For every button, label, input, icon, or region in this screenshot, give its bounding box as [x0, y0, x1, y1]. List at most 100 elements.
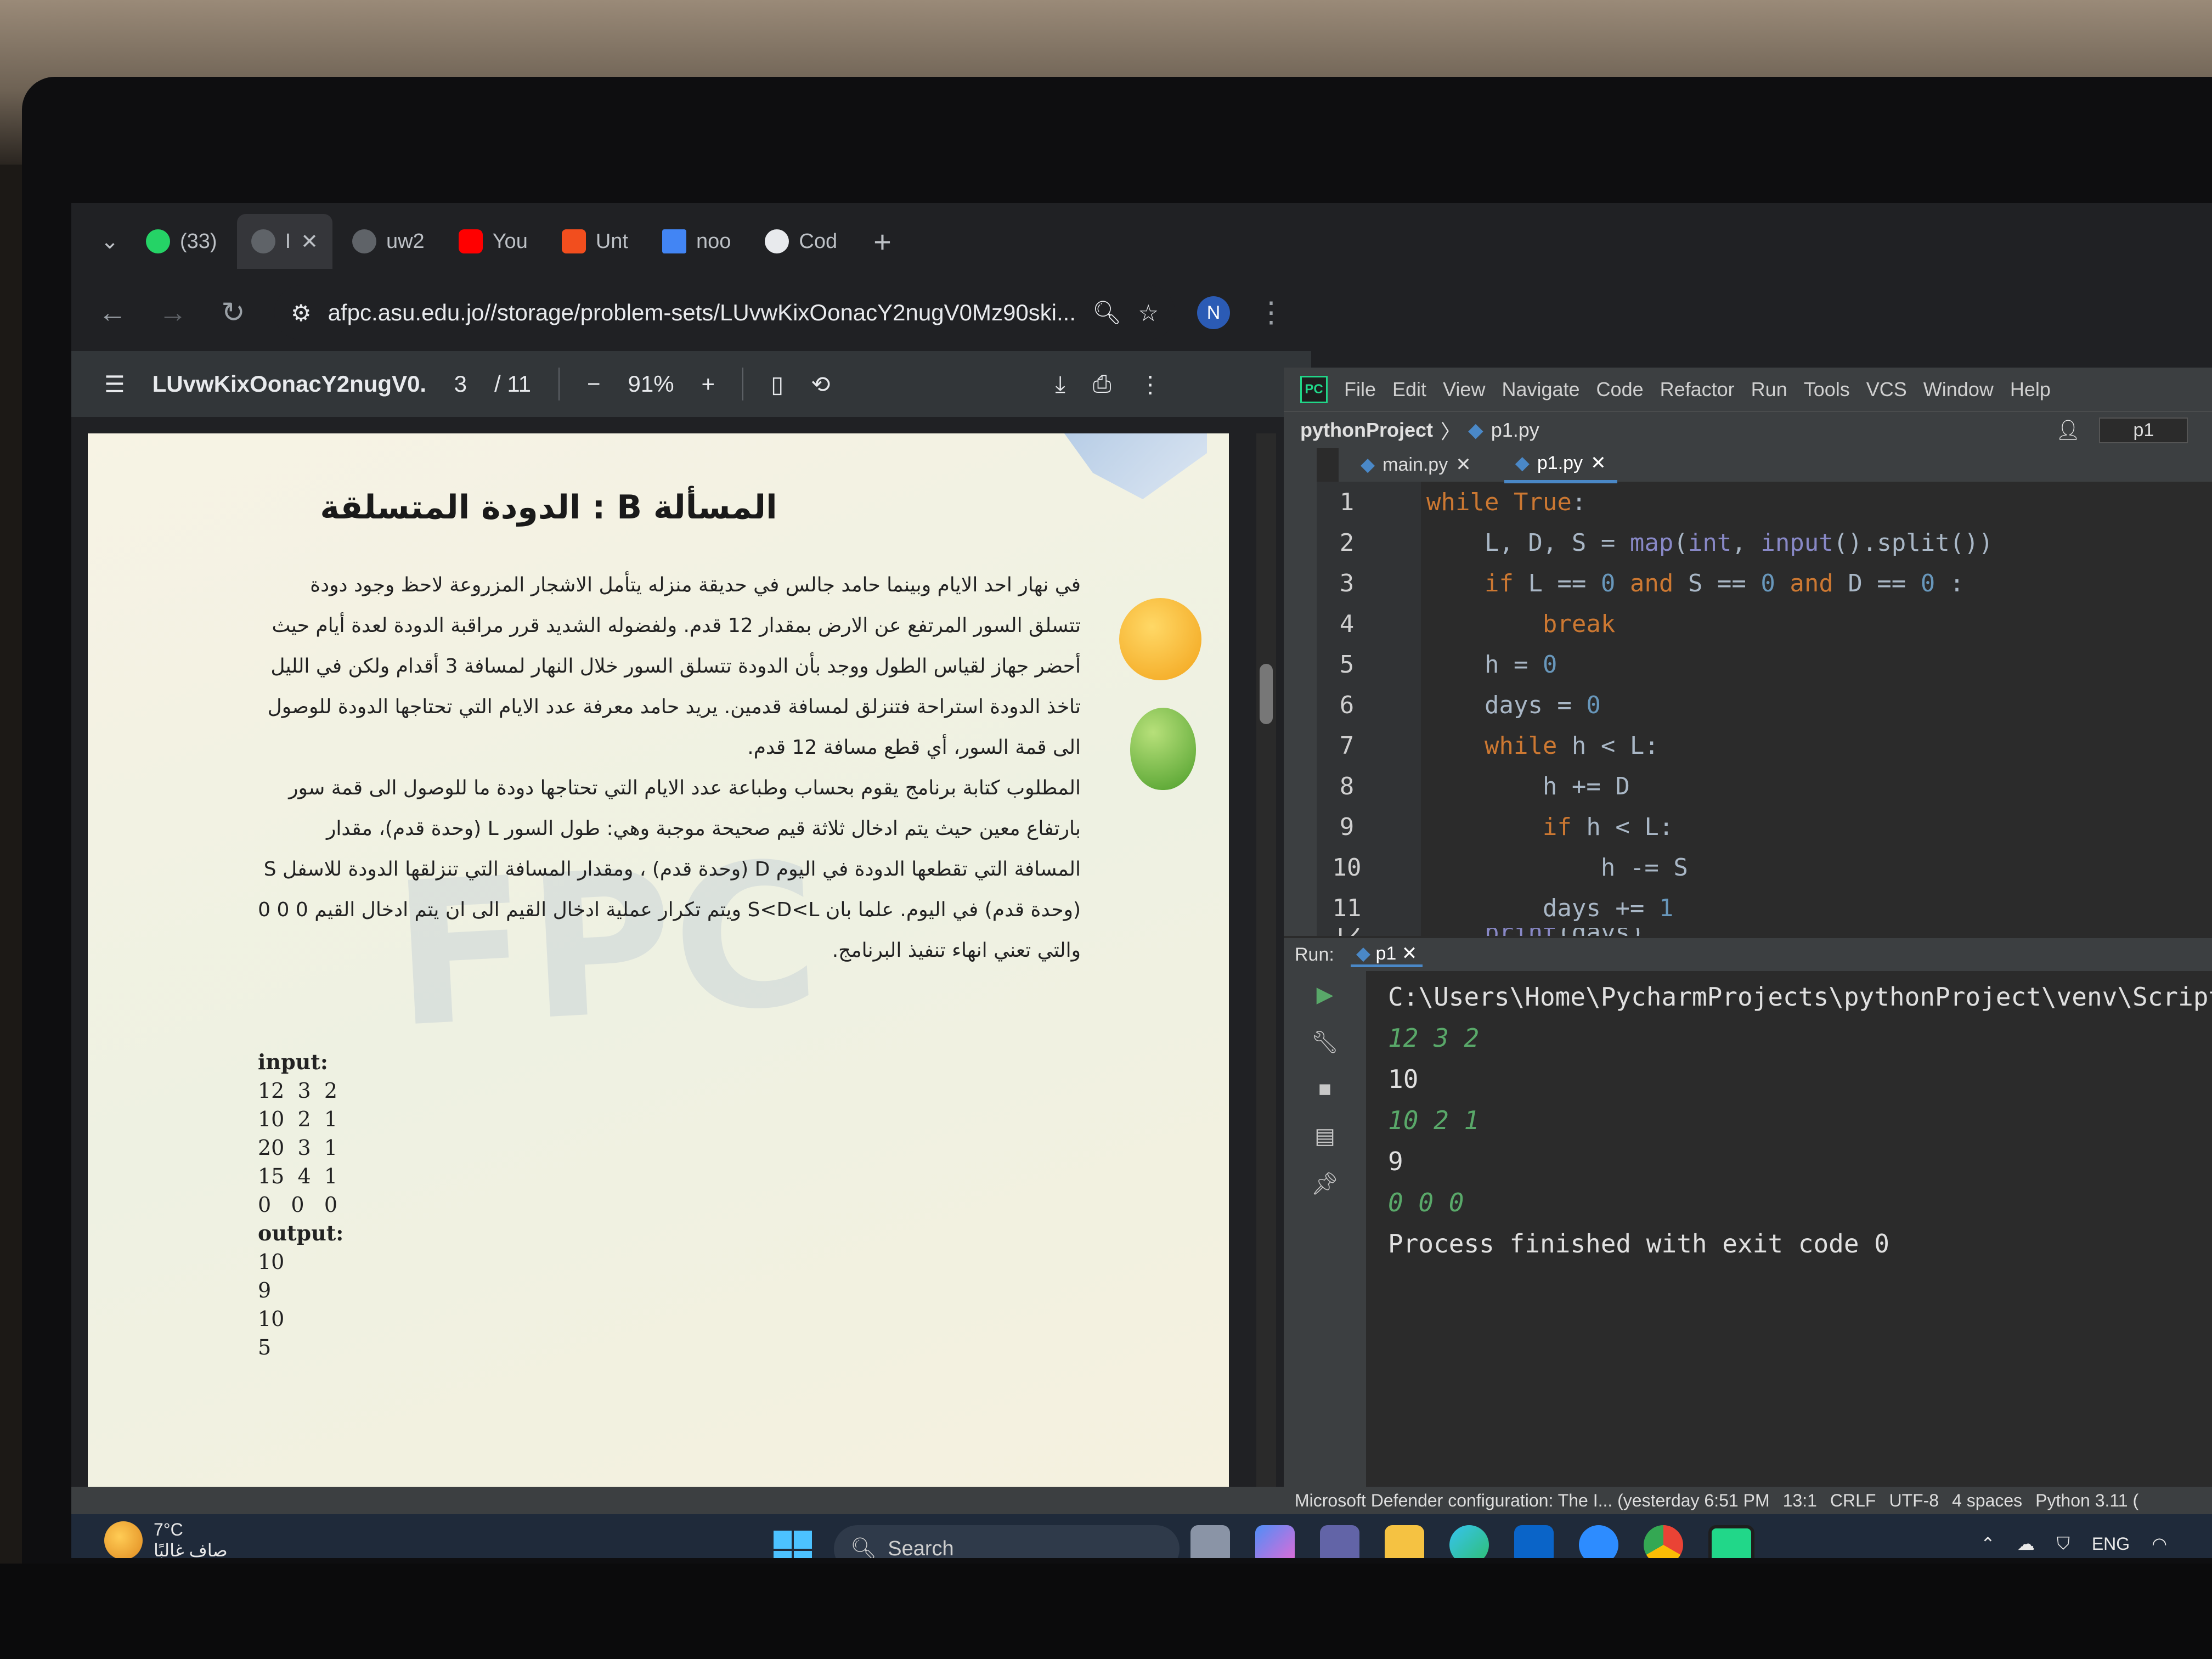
breadcrumb-file[interactable]: p1.py: [1491, 419, 1539, 442]
pdf-scroll-thumb[interactable]: [1260, 664, 1273, 724]
zoom-level[interactable]: 91%: [628, 371, 674, 397]
code-line[interactable]: 7 while h < L:: [1317, 725, 1659, 766]
code-line[interactable]: 6 days = 0: [1317, 685, 1601, 725]
print-icon[interactable]: ⎙: [1093, 371, 1111, 398]
tab-cod[interactable]: Cod: [751, 214, 851, 269]
breadcrumb-project[interactable]: pythonProject: [1300, 419, 1433, 442]
status-message[interactable]: Microsoft Defender configuration: The I.…: [1295, 1491, 1770, 1511]
code-line[interactable]: 5 h = 0: [1317, 644, 1558, 685]
browser-menu-icon[interactable]: ⋮: [1252, 296, 1290, 329]
run-tab[interactable]: ◆ p1 ✕: [1350, 943, 1423, 967]
tab-p1-py[interactable]: ◆ p1.py ✕: [1504, 446, 1617, 483]
tab-noo[interactable]: noo: [648, 214, 745, 269]
cloud-icon[interactable]: ☁: [2017, 1533, 2035, 1554]
page-total: / 11: [494, 371, 531, 397]
code-line[interactable]: 8 h += D: [1317, 766, 1630, 806]
copilot-icon[interactable]: [1255, 1525, 1295, 1558]
tab-main-py[interactable]: ◆ main.py ✕: [1350, 448, 1482, 482]
code-line[interactable]: 3 if L == 0 and S == 0 and D == 0 :: [1317, 563, 1965, 603]
indent-setting[interactable]: 4 spaces: [1952, 1491, 2022, 1511]
menu-navigate[interactable]: Navigate: [1502, 378, 1579, 401]
layout-icon[interactable]: ▤: [1314, 1124, 1335, 1149]
reload-icon[interactable]: ↻: [214, 296, 252, 329]
tab-figma[interactable]: Unt: [548, 214, 642, 269]
code-editor[interactable]: 1 while True: 2 L, D, S = map(int, input(…: [1317, 482, 2212, 936]
fit-page-icon[interactable]: ▯: [771, 371, 783, 398]
chrome-icon[interactable]: [1644, 1525, 1683, 1558]
wifi-icon[interactable]: ◠: [2152, 1533, 2167, 1554]
back-arrow-icon[interactable]: ←: [93, 296, 132, 329]
download-icon[interactable]: ⤓: [1055, 371, 1065, 398]
tab-active[interactable]: I ✕: [236, 214, 332, 269]
tab-search-chevron-icon[interactable]: ⌄: [93, 229, 126, 254]
line-separator[interactable]: CRLF: [1830, 1491, 1876, 1511]
taskbar-search[interactable]: 🔍︎ Search: [834, 1525, 1180, 1558]
menu-run[interactable]: Run: [1751, 378, 1787, 401]
smiling-sun-icon: [1119, 598, 1201, 680]
address-bar[interactable]: ⚙ afpc.asu.edu.jo//storage/problem-sets/…: [274, 285, 1175, 340]
forward-arrow-icon[interactable]: →: [154, 296, 192, 329]
menu-edit[interactable]: Edit: [1392, 378, 1426, 401]
task-view-icon[interactable]: [1190, 1525, 1230, 1558]
url-text[interactable]: afpc.asu.edu.jo//storage/problem-sets/LU…: [328, 300, 1076, 326]
output-line: 5: [258, 1335, 272, 1359]
rerun-icon[interactable]: ▶: [1317, 982, 1334, 1007]
file-encoding[interactable]: UTF-8: [1889, 1491, 1939, 1511]
tab-uw2[interactable]: uw2: [338, 214, 439, 269]
menu-file[interactable]: File: [1344, 378, 1376, 401]
bookmark-star-icon[interactable]: ☆: [1138, 300, 1159, 326]
file-explorer-icon[interactable]: [1385, 1525, 1424, 1558]
close-tab-icon[interactable]: ✕: [301, 229, 318, 254]
pdf-more-icon[interactable]: ⋮: [1139, 371, 1162, 398]
caret-position[interactable]: 13:1: [1783, 1491, 1817, 1511]
tab-youtube[interactable]: You: [444, 214, 542, 269]
menu-vcs[interactable]: VCS: [1866, 378, 1907, 401]
teams-icon[interactable]: [1320, 1525, 1359, 1558]
menu-view[interactable]: View: [1443, 378, 1485, 401]
profile-avatar[interactable]: N: [1197, 296, 1230, 329]
code-line[interactable]: 9 if h < L:: [1317, 806, 1674, 847]
python-interpreter[interactable]: Python 3.11 (: [2035, 1491, 2138, 1511]
menu-help[interactable]: Help: [2010, 378, 2051, 401]
stop-icon[interactable]: ■: [1318, 1077, 1331, 1102]
code-line[interactable]: 1 while True:: [1317, 482, 1587, 522]
language-indicator[interactable]: ENG: [2092, 1534, 2130, 1554]
pin-icon[interactable]: 📌︎: [1311, 1171, 1339, 1197]
code-line[interactable]: 4 break: [1317, 603, 1616, 644]
close-tab-icon[interactable]: ✕: [1402, 943, 1418, 964]
menu-refactor[interactable]: Refactor: [1660, 378, 1735, 401]
menu-window[interactable]: Window: [1923, 378, 1994, 401]
weather-widget[interactable]: 7°C صاف غالبًا: [104, 1520, 228, 1558]
windows-start-icon[interactable]: [774, 1531, 812, 1558]
search-icon: 🔍︎: [850, 1537, 877, 1558]
project-tool-strip[interactable]: [1284, 448, 1317, 936]
new-tab-button[interactable]: +: [857, 224, 908, 259]
tab-whatsapp[interactable]: (33): [132, 214, 232, 269]
run-configuration-select[interactable]: p1: [2099, 417, 2188, 443]
edge-icon[interactable]: [1449, 1525, 1489, 1558]
outlook-icon[interactable]: [1514, 1525, 1554, 1558]
close-tab-icon[interactable]: ✕: [1455, 454, 1471, 476]
user-icon[interactable]: 👤︎: [2056, 419, 2081, 442]
code-line[interactable]: 12 print(days): [1317, 928, 1645, 936]
chevron-up-icon[interactable]: ⌃: [1980, 1533, 1995, 1554]
zoom-magnifier-icon[interactable]: 🔍︎: [1092, 300, 1121, 326]
defender-shield-icon[interactable]: ⛉: [2057, 1533, 2070, 1554]
code-line[interactable]: 10 h -= S: [1317, 847, 1688, 888]
zoom-out-button[interactable]: −: [587, 371, 601, 397]
close-tab-icon[interactable]: ✕: [1590, 452, 1606, 474]
pdf-scrollbar[interactable]: [1256, 433, 1276, 1487]
menu-tools[interactable]: Tools: [1804, 378, 1850, 401]
page-current[interactable]: 3: [454, 371, 467, 397]
site-info-icon[interactable]: ⚙: [291, 300, 312, 326]
menu-code[interactable]: Code: [1596, 378, 1644, 401]
rotate-icon[interactable]: ⟲: [811, 371, 830, 398]
code-line[interactable]: 11 days += 1: [1317, 888, 1674, 928]
code-line[interactable]: 2 L, D, S = map(int, input().split()): [1317, 522, 1993, 563]
zoom-in-button[interactable]: +: [702, 371, 715, 397]
hamburger-menu-icon[interactable]: ☰: [104, 371, 125, 398]
wrench-icon[interactable]: 🔧︎: [1311, 1029, 1339, 1055]
pycharm-taskbar-icon[interactable]: [1708, 1525, 1754, 1558]
run-console[interactable]: C:\Users\Home\PycharmProjects\pythonProj…: [1388, 977, 2212, 1470]
zoom-icon[interactable]: [1579, 1525, 1618, 1558]
